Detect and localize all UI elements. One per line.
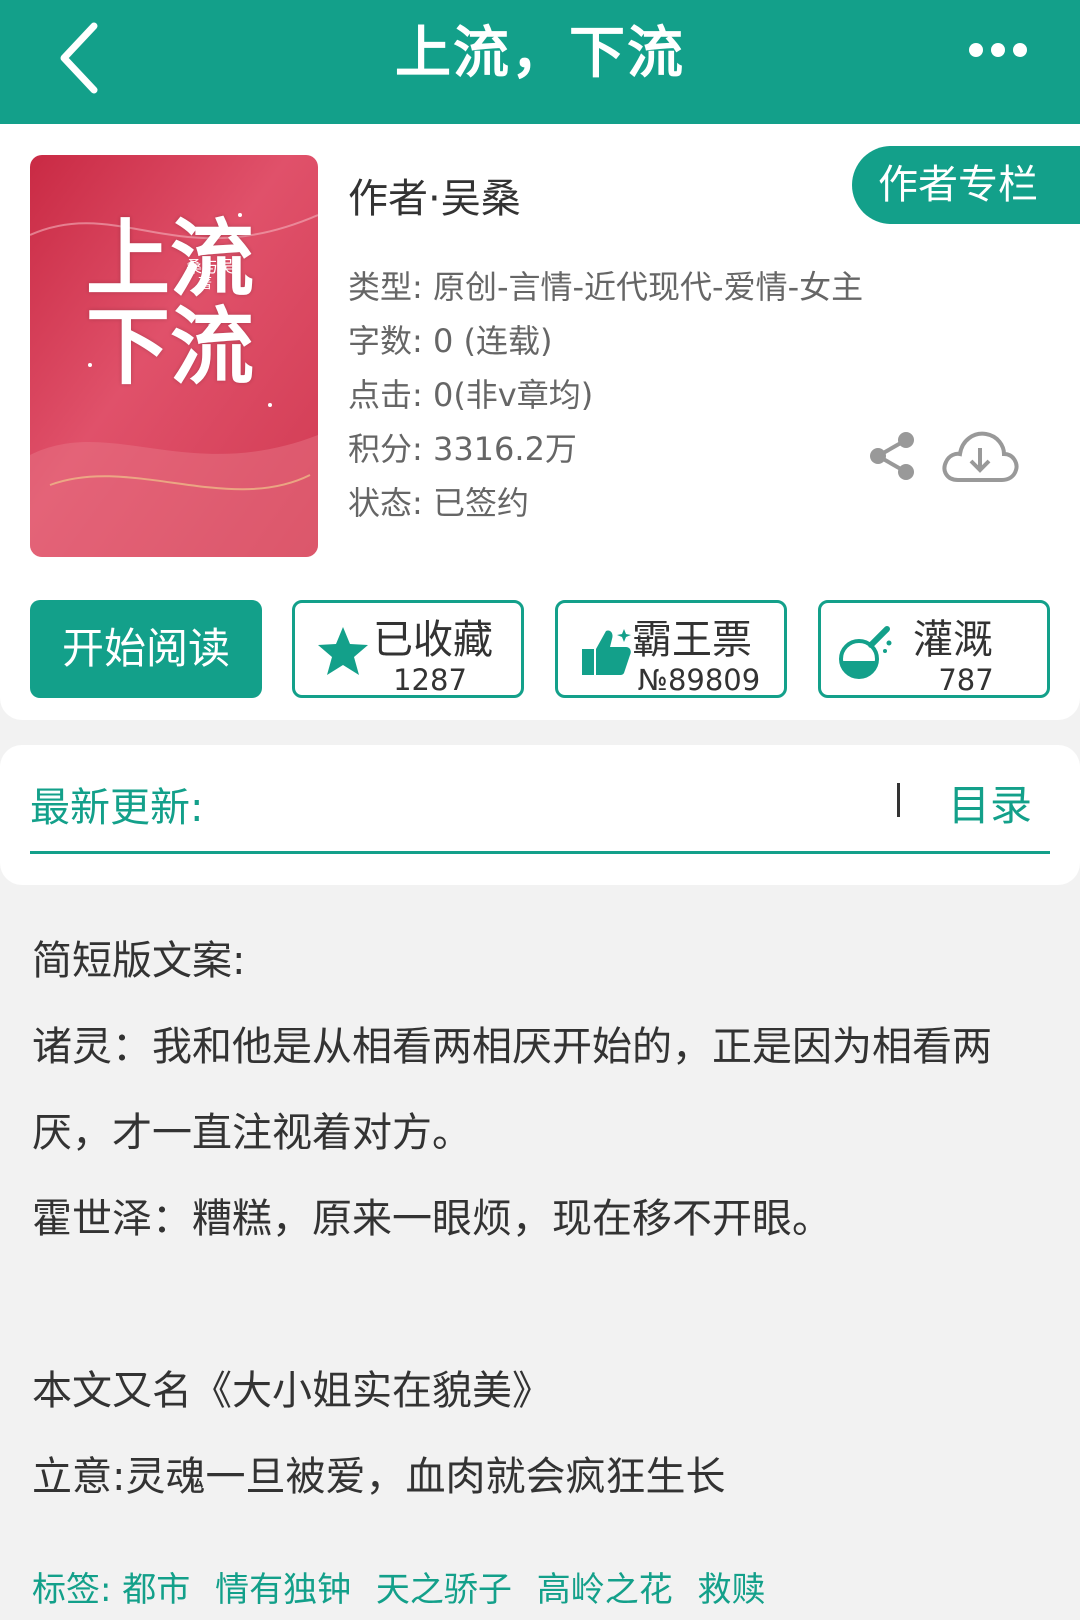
share-icon[interactable] xyxy=(866,430,918,482)
more-dots-icon[interactable] xyxy=(968,38,1028,62)
cover-author-suffix: 著 xyxy=(198,276,212,292)
description-line: 立意:灵魂一旦被爱，血肉就会疯狂生长 xyxy=(32,1454,726,1500)
cover-title: 上流下流 xyxy=(86,209,255,396)
description-line: 本文又名《大小姐实在貌美》 xyxy=(32,1368,552,1414)
tag-item[interactable]: 救赎 xyxy=(698,1570,766,1610)
tag-item[interactable]: 都市 xyxy=(122,1570,190,1610)
flask-icon xyxy=(839,626,892,679)
underline-divider xyxy=(30,851,1050,854)
collect-label: 已收藏 xyxy=(373,617,493,663)
tags-row: 标签: 都市 情有独钟 天之骄子 高岭之花 救赎 xyxy=(32,1562,780,1611)
meta-genre: 类型: 原创-言情-近代现代-爱情-女主 xyxy=(348,268,864,306)
author-name[interactable]: 作者·吴桑 xyxy=(348,166,521,224)
tags-label: 标签: xyxy=(32,1570,112,1610)
author-column-button[interactable]: 作者专栏 xyxy=(852,146,1080,224)
tag-item[interactable]: 高岭之花 xyxy=(537,1570,673,1610)
meta-score: 积分: 3316.2万 xyxy=(348,430,577,468)
tag-item[interactable]: 情有独钟 xyxy=(215,1570,351,1610)
description-line: 霍世泽：糟糕，原来一眼烦，现在移不开眼。 xyxy=(32,1196,832,1242)
download-icon[interactable] xyxy=(940,424,1020,488)
water-button[interactable]: 灌溉 787 xyxy=(818,600,1050,698)
catalog-link[interactable]: 目录 xyxy=(948,772,1032,833)
ticket-button[interactable]: 霸王票 №89809 xyxy=(555,600,787,698)
book-description: 简短版文案: 诸灵：我和他是从相看两相厌开始的，正是因为相看两厌，才一直注视着对… xyxy=(32,918,1052,1520)
ticket-count: №89809 xyxy=(637,663,761,697)
start-reading-button[interactable]: 开始阅读 xyxy=(30,600,262,698)
water-label: 灌溉 xyxy=(913,617,993,663)
collect-count: 1287 xyxy=(393,663,467,697)
water-count: 787 xyxy=(938,663,994,697)
top-bar: 上流，下流 xyxy=(0,0,1080,124)
latest-update-label[interactable]: 最新更新: xyxy=(30,775,203,833)
book-cover[interactable]: 上流下流 桑与吴 著 xyxy=(30,155,318,557)
tag-item[interactable]: 天之骄子 xyxy=(376,1570,512,1610)
collect-button[interactable]: 已收藏 1287 xyxy=(292,600,524,698)
description-line: 诸灵：我和他是从相看两相厌开始的，正是因为相看两厌，才一直注视着对方。 xyxy=(32,1024,992,1156)
page-title: 上流，下流 xyxy=(395,21,685,86)
meta-status: 状态: 已签约 xyxy=(348,484,529,522)
description-heading: 简短版文案: xyxy=(32,938,246,984)
divider xyxy=(897,783,900,817)
meta-word-count: 字数: 0 (连载) xyxy=(348,322,553,360)
meta-clicks: 点击: 0(非v章均) xyxy=(348,376,594,414)
ticket-label: 霸王票 xyxy=(632,617,752,663)
